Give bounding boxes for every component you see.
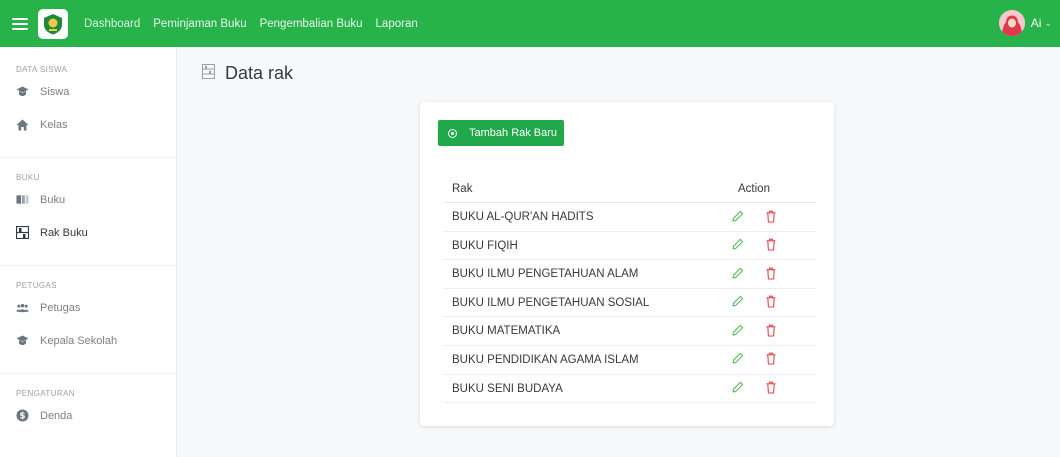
bookshelf-icon: [202, 63, 215, 84]
trash-icon[interactable]: [764, 209, 778, 223]
rak-name: BUKU SENI BUDAYA: [452, 382, 563, 395]
trash-icon[interactable]: [764, 266, 778, 280]
table-header: Rak Action: [444, 177, 816, 203]
table-row: BUKU MATEMATIKA: [444, 317, 816, 346]
bookshelf-icon: [16, 226, 29, 239]
column-header-action: Action: [738, 183, 770, 195]
pencil-icon[interactable]: [730, 209, 744, 223]
nav-link-pengembalian-buku[interactable]: Pengembalian Buku: [260, 18, 363, 30]
trash-icon[interactable]: [764, 352, 778, 366]
sidebar-item-kepala-sekolah[interactable]: Kepala Sekolah: [16, 334, 117, 347]
graduation-cap-icon: [16, 334, 29, 347]
pencil-icon[interactable]: [730, 381, 744, 395]
sidebar-item-petugas[interactable]: Petugas: [16, 301, 80, 314]
rak-name: BUKU AL-QUR'AN HADITS: [452, 211, 594, 223]
users-icon: [16, 301, 29, 314]
page-header: Data rak: [202, 63, 293, 84]
top-navbar: Dashboard Peminjaman Buku Pengembalian Buk…: [0, 0, 1060, 47]
trash-icon[interactable]: [764, 238, 778, 252]
column-header-rak: Rak: [452, 183, 473, 195]
plus-circle-icon: [448, 128, 457, 138]
rak-name: BUKU PENDIDIKAN AGAMA ISLAM: [452, 353, 639, 366]
sidebar-divider: [0, 373, 177, 374]
rak-card: Tambah Rak Baru Rak Action BUKU AL-QUR'A…: [420, 102, 834, 426]
sidebar-item-buku[interactable]: Buku: [16, 193, 65, 206]
sidebar-item-label: Kelas: [40, 118, 68, 131]
home-icon: [16, 118, 29, 131]
sidebar-item-rak-buku[interactable]: Rak Buku: [16, 226, 88, 239]
trash-icon[interactable]: [764, 295, 778, 309]
pencil-icon[interactable]: [730, 323, 744, 337]
sidebar: DATA SISWA Siswa Kelas BUKU Buku Rak Buku PETU…: [0, 47, 177, 457]
add-rak-button[interactable]: Tambah Rak Baru: [438, 120, 564, 146]
rak-table: Rak Action BUKU AL-QUR'AN HADITS BUKU FIQ…: [444, 177, 816, 404]
svg-text:$: $: [20, 412, 26, 422]
sidebar-item-label: Siswa: [40, 85, 70, 98]
sidebar-item-siswa[interactable]: Siswa: [16, 85, 69, 98]
user-name[interactable]: Ai: [1031, 16, 1042, 30]
sidebar-section-title: PENGATURAN: [16, 389, 75, 398]
nav-link-peminjaman-buku[interactable]: Peminjaman Buku: [153, 18, 246, 30]
sidebar-item-label: Rak Buku: [40, 226, 88, 239]
table-row: BUKU SENI BUDAYA: [444, 375, 816, 404]
table-row: BUKU PENDIDIKAN AGAMA ISLAM: [444, 346, 816, 375]
table-body: BUKU AL-QUR'AN HADITS BUKU FIQIH BUKU ILMU…: [444, 203, 816, 404]
sidebar-item-label: Kepala Sekolah: [40, 334, 118, 347]
rak-name: BUKU ILMU PENGETAHUAN ALAM: [452, 268, 639, 281]
book-icon: [16, 193, 29, 206]
table-row: BUKU AL-QUR'AN HADITS: [444, 203, 816, 232]
table-row: BUKU FIQIH: [444, 232, 816, 261]
sidebar-section-title: PETUGAS: [16, 281, 58, 290]
page-title: Data rak: [225, 63, 294, 83]
sidebar-divider: [0, 265, 177, 266]
sidebar-section-title: DATA SISWA: [16, 65, 68, 74]
sidebar-divider: [0, 157, 177, 158]
pencil-icon[interactable]: [730, 238, 744, 252]
sidebar-section-title: BUKU: [16, 173, 40, 182]
menu-icon[interactable]: [12, 17, 28, 30]
sidebar-item-label: Buku: [40, 193, 66, 206]
pencil-icon[interactable]: [730, 295, 744, 309]
table-row: BUKU ILMU PENGETAHUAN SOSIAL: [444, 289, 816, 318]
rak-name: BUKU FIQIH: [452, 239, 518, 252]
rak-name: BUKU MATEMATIKA: [452, 325, 561, 338]
pencil-icon[interactable]: [730, 352, 744, 366]
table-row: BUKU ILMU PENGETAHUAN ALAM: [444, 260, 816, 289]
avatar[interactable]: [998, 10, 1025, 36]
user-menu[interactable]: Ai ⌄: [998, 10, 1052, 36]
graduation-cap-icon: [16, 85, 29, 98]
chevron-down-icon[interactable]: ⌄: [1044, 18, 1052, 29]
sidebar-item-label: Petugas: [40, 301, 81, 314]
sidebar-item-denda[interactable]: $ Denda: [16, 409, 72, 422]
pencil-icon[interactable]: [730, 266, 744, 280]
nav-link-dashboard[interactable]: Dashboard: [84, 18, 140, 30]
trash-icon[interactable]: [764, 323, 778, 337]
school-logo[interactable]: [38, 8, 68, 39]
rak-name: BUKU ILMU PENGETAHUAN SOSIAL: [452, 296, 650, 309]
sidebar-item-label: Denda: [40, 409, 73, 422]
trash-icon[interactable]: [764, 381, 778, 395]
nav-link-laporan[interactable]: Laporan: [376, 18, 418, 30]
add-rak-button-label: Tambah Rak Baru: [469, 127, 558, 139]
main-nav: Dashboard Peminjaman Buku Pengembalian Buk…: [84, 18, 431, 30]
dollar-circle-icon: $: [16, 409, 29, 422]
sidebar-item-kelas[interactable]: Kelas: [16, 118, 68, 131]
